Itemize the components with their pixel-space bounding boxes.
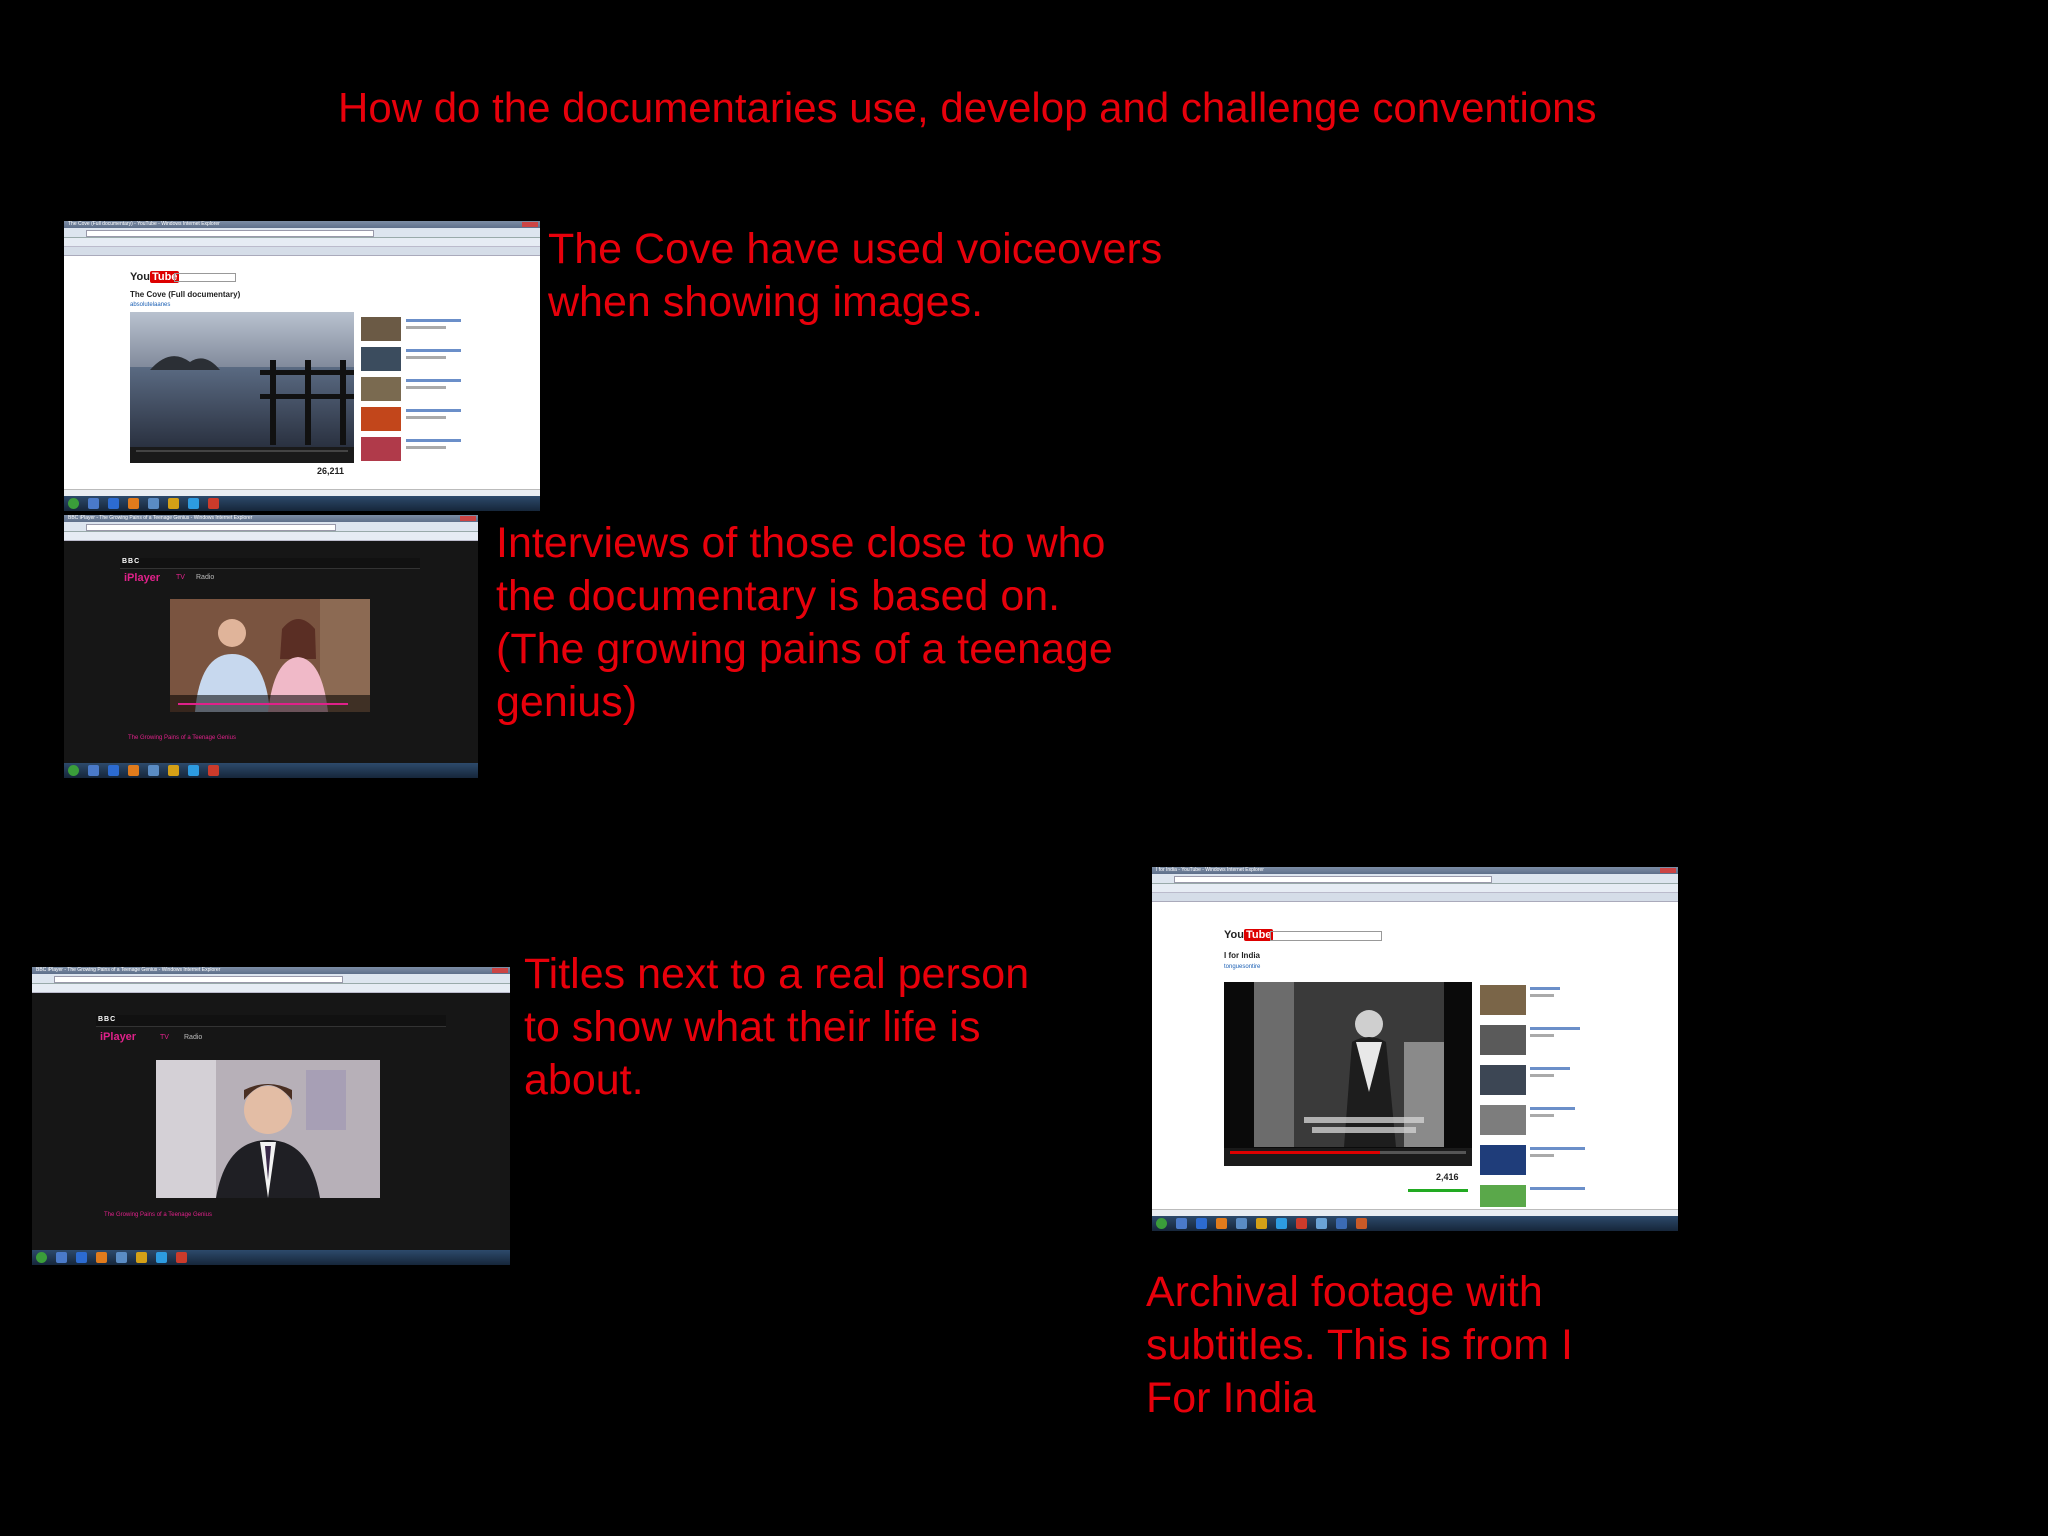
youtube-logo: You Tube bbox=[1224, 929, 1274, 941]
video-player bbox=[130, 312, 354, 463]
video-title: I for India bbox=[1224, 951, 1260, 960]
cove-caption: The Cove have used voiceovers when showi… bbox=[548, 225, 1163, 326]
india-youtube-screenshot: I for India - YouTube - Windows Internet… bbox=[1152, 867, 1678, 1231]
video-player bbox=[1224, 982, 1472, 1166]
browser-titlebar: I for India - YouTube - Windows Internet… bbox=[1152, 867, 1678, 874]
iplayer-title-screenshot: BBC iPlayer - The Growing Pains of a Tee… bbox=[32, 967, 510, 1265]
status-bar bbox=[1152, 1209, 1678, 1216]
interview-video bbox=[170, 599, 370, 712]
address-bar bbox=[1152, 874, 1678, 884]
windows-taskbar bbox=[1152, 1216, 1678, 1231]
channel-name: absolutelaanes bbox=[130, 302, 171, 308]
favorites-bar bbox=[64, 238, 540, 247]
windows-taskbar bbox=[32, 1250, 510, 1265]
programme-title: The Growing Pains of a Teenage Genius bbox=[104, 1212, 212, 1218]
windows-taskbar bbox=[64, 496, 540, 511]
favorites-bar bbox=[32, 984, 510, 993]
address-bar bbox=[64, 522, 478, 532]
iplayer-logo: iPlayer bbox=[100, 1031, 137, 1043]
slide-title: How do the documentaries use, develop an… bbox=[338, 84, 1597, 131]
programme-title: The Growing Pains of a Teenage Genius bbox=[128, 735, 236, 741]
archival-caption: Archival footage with subtitles. This is… bbox=[1146, 1268, 1573, 1422]
browser-titlebar: BBC iPlayer - The Growing Pains of a Tee… bbox=[32, 967, 510, 974]
youtube-logo: You Tube bbox=[130, 271, 180, 283]
view-count: 26,211 bbox=[317, 466, 345, 476]
browser-tabs bbox=[1152, 893, 1678, 902]
nav-tv[interactable]: TV bbox=[160, 1034, 169, 1041]
cove-youtube-screenshot: The Cove (Full documentary) - YouTube - … bbox=[64, 221, 540, 511]
address-bar bbox=[64, 228, 540, 238]
nav-radio[interactable]: Radio bbox=[196, 574, 214, 581]
status-bar bbox=[64, 489, 540, 496]
titles-caption: Titles next to a real person to show wha… bbox=[524, 950, 1030, 1104]
bbc-logo: BBC bbox=[122, 558, 141, 565]
video-title: The Cove (Full documentary) bbox=[130, 290, 241, 299]
address-bar bbox=[32, 974, 510, 984]
title-video bbox=[156, 1060, 380, 1198]
interviews-caption: Interviews of those close to who the doc… bbox=[496, 519, 1113, 726]
view-count: 2,416 bbox=[1436, 1172, 1459, 1182]
browser-titlebar: The Cove (Full documentary) - YouTube - … bbox=[64, 221, 540, 228]
nav-radio[interactable]: Radio bbox=[184, 1034, 202, 1041]
favorites-bar bbox=[1152, 884, 1678, 893]
browser-titlebar: BBC iPlayer - The Growing Pains of a Tee… bbox=[64, 515, 478, 522]
browser-tabs bbox=[64, 247, 540, 256]
iplayer-logo: iPlayer bbox=[124, 572, 161, 584]
bbc-logo: BBC bbox=[98, 1016, 117, 1023]
iplayer-interview-screenshot: BBC iPlayer - The Growing Pains of a Tee… bbox=[64, 515, 478, 778]
windows-taskbar bbox=[64, 763, 478, 778]
favorites-bar bbox=[64, 532, 478, 541]
nav-tv[interactable]: TV bbox=[176, 574, 185, 581]
channel-name: tonguesontire bbox=[1224, 964, 1261, 970]
